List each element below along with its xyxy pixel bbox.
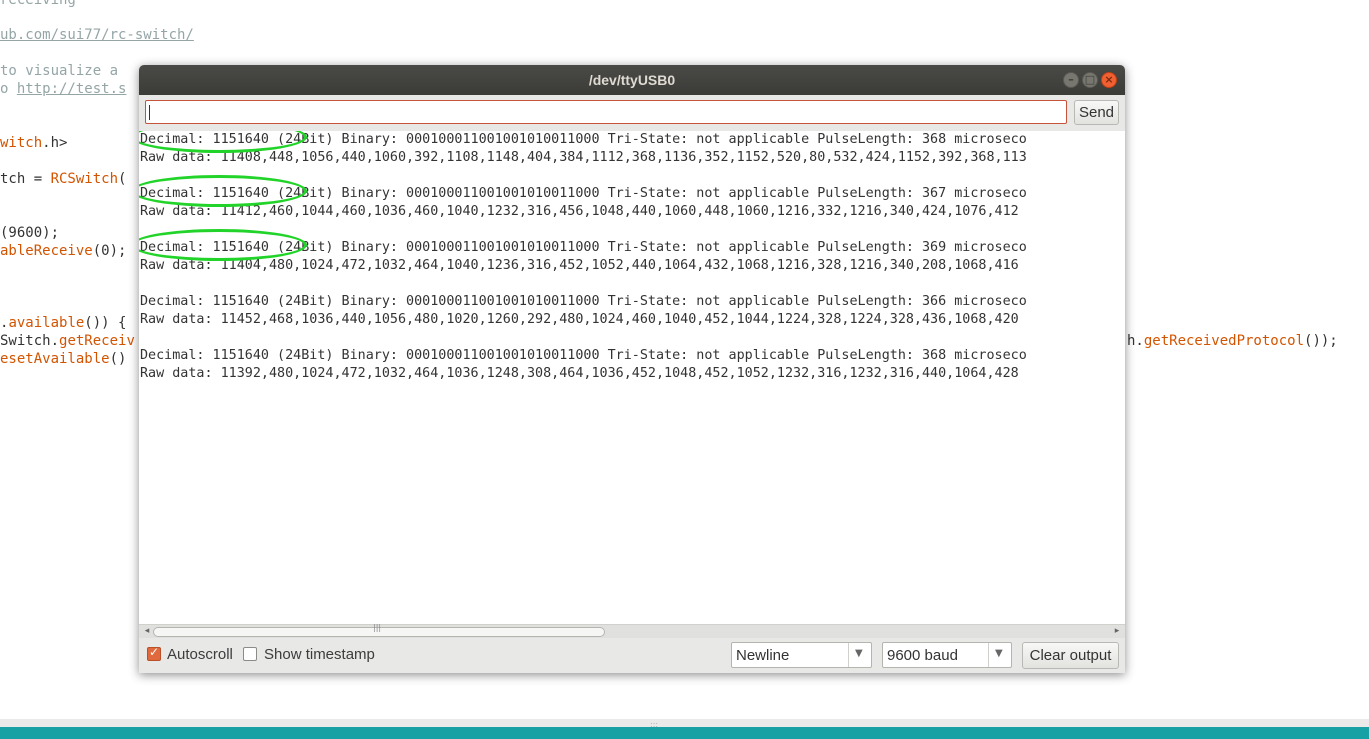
code-token: getReceiv	[59, 333, 135, 349]
code-token: witch	[0, 135, 43, 151]
minimize-icon: –	[1068, 73, 1074, 86]
code-token: (9600);	[0, 225, 60, 241]
show-timestamp-label: Show timestamp	[264, 646, 375, 663]
output-line: Raw data: 11412,460,1044,460,1036,460,10…	[140, 204, 1019, 219]
code-line: ableReceive(0);	[0, 242, 126, 260]
send-row: Send	[139, 95, 1125, 131]
output-line: Raw data: 11392,480,1024,472,1032,464,10…	[140, 366, 1019, 381]
chevron-down-icon: ▼	[855, 648, 863, 659]
code-line: receiving	[0, 0, 76, 9]
thumb-grip-icon: |||	[373, 623, 382, 632]
code-token: RCSwitch	[50, 171, 119, 187]
code-token: http://test.s	[16, 81, 127, 97]
close-button[interactable]: ×	[1101, 72, 1117, 88]
code-line: ub.com/sui77/rc-switch/	[0, 26, 194, 44]
minimize-button[interactable]: –	[1063, 72, 1079, 88]
send-button[interactable]: Send	[1074, 100, 1119, 125]
highlight-ellipse	[139, 229, 307, 261]
window-titlebar[interactable]: /dev/ttyUSB0 – □ ×	[139, 65, 1125, 95]
code-token: ()	[109, 351, 127, 367]
code-line: (9600);	[0, 224, 59, 242]
horizontal-scrollbar[interactable]: ◂ ||| ▸	[139, 623, 1125, 638]
code-token: esetAvailable	[0, 351, 110, 367]
code-line: tch = RCSwitch(	[0, 170, 126, 188]
code-token: ub.com/sui77/rc-switch/	[0, 27, 194, 43]
code-token: h.	[1127, 333, 1144, 349]
output-line: Raw data: 11404,480,1024,472,1032,464,10…	[140, 258, 1019, 273]
scrollbar-thumb[interactable]: |||	[153, 623, 605, 637]
code-token: getReceivedProtocol	[1143, 333, 1305, 349]
monitor-controls: ✓ Autoscroll Show timestamp Newline ▼ 96…	[139, 638, 1125, 673]
clear-output-button[interactable]: Clear output	[1022, 642, 1119, 669]
code-token: to visualize a	[0, 63, 127, 79]
code-line: o http://test.s	[0, 80, 126, 98]
highlight-ellipse	[139, 175, 307, 207]
code-token: (0);	[92, 243, 127, 259]
code-line: .available()) {	[0, 314, 126, 332]
code-token: receiving	[0, 0, 76, 8]
code-token: available	[8, 315, 85, 331]
checkmark-icon: ✓	[149, 645, 160, 659]
code-token: o	[0, 81, 17, 97]
code-token: ()) {	[84, 315, 127, 331]
output-line: Raw data: 11408,448,1056,440,1060,392,11…	[140, 150, 1027, 165]
output-line: Raw data: 11452,468,1036,440,1056,480,10…	[140, 312, 1019, 327]
code-token: ());	[1304, 333, 1338, 349]
code-token: Switch.	[0, 333, 60, 349]
code-line: to visualize a	[0, 62, 126, 80]
code-token: .h>	[42, 135, 68, 151]
code-line: Switch.getReceiv	[0, 332, 135, 350]
line-ending-value: Newline	[736, 647, 790, 664]
maximize-button[interactable]: □	[1082, 72, 1098, 88]
code-token: tch =	[0, 171, 51, 187]
code-token: (	[118, 171, 127, 187]
scroll-right-icon[interactable]: ▸	[1111, 625, 1123, 637]
serial-output-area[interactable]: Decimal: 1151640 (24Bit) Binary: 0001000…	[139, 131, 1125, 624]
code-line: esetAvailable()	[0, 350, 126, 368]
status-bar	[0, 727, 1369, 739]
line-ending-dropdown[interactable]: ▼	[848, 643, 871, 667]
scroll-left-icon[interactable]: ◂	[141, 625, 153, 637]
output-line: Decimal: 1151640 (24Bit) Binary: 0001000…	[140, 348, 1027, 363]
maximize-icon: □	[1084, 73, 1096, 86]
chevron-down-icon: ▼	[995, 648, 1003, 659]
baud-rate-dropdown[interactable]: ▼	[988, 643, 1011, 667]
window-title: /dev/ttyUSB0	[588, 72, 676, 88]
panel-splitter[interactable]: :::	[0, 719, 1369, 729]
show-timestamp-checkbox[interactable]	[243, 647, 257, 661]
text-caret	[149, 105, 150, 120]
close-icon: ×	[1104, 73, 1114, 86]
code-line: witch.h>	[0, 134, 67, 152]
serial-input-field[interactable]	[145, 100, 1067, 124]
output-line: Decimal: 1151640 (24Bit) Binary: 0001000…	[140, 294, 1027, 309]
code-token: ableReceive	[0, 243, 93, 259]
serial-monitor-window: /dev/ttyUSB0 – □ × Send Decimal: 1151640…	[139, 65, 1125, 673]
line-ending-select[interactable]: Newline ▼	[731, 642, 872, 668]
autoscroll-label: Autoscroll	[167, 646, 233, 663]
code-line: h.getReceivedProtocol());	[1127, 332, 1338, 350]
autoscroll-checkbox[interactable]: ✓	[147, 645, 161, 661]
baud-rate-select[interactable]: 9600 baud ▼	[882, 642, 1012, 668]
baud-rate-value: 9600 baud	[887, 647, 958, 664]
